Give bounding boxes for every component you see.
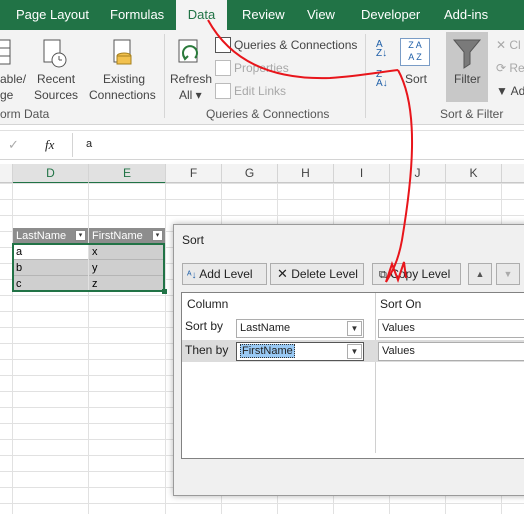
annotation-overlay (207, 19, 413, 283)
annotation-stroke (207, 19, 399, 80)
annotation-stroke (385, 69, 413, 283)
